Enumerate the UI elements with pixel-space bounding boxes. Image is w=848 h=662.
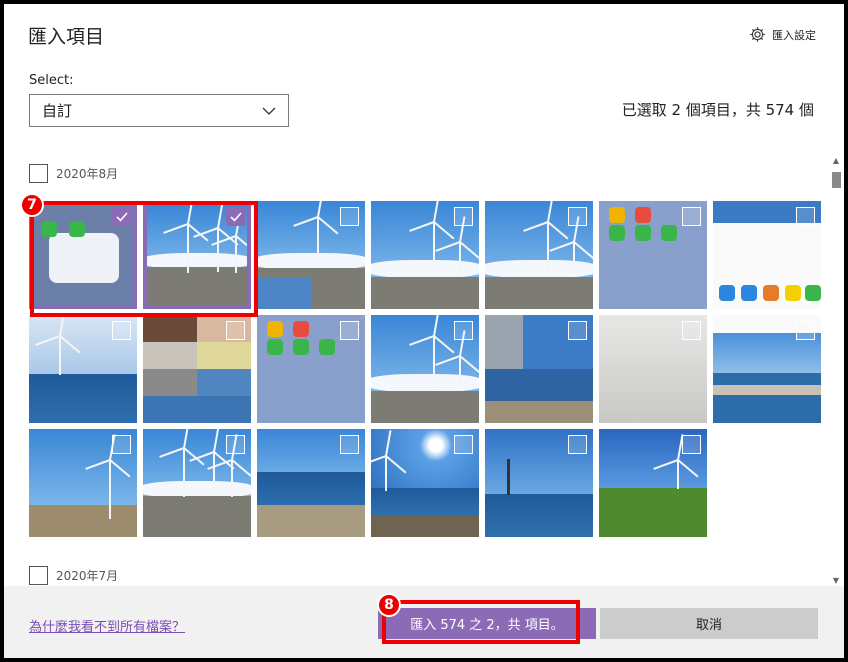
group-label: 2020年7月	[56, 569, 119, 583]
photo-tile[interactable]	[599, 429, 707, 537]
tile-checkbox[interactable]	[454, 435, 473, 454]
tile-checkbox[interactable]	[454, 321, 473, 340]
tile-checkbox[interactable]	[682, 207, 701, 226]
scroll-up-icon[interactable]: ▲	[831, 156, 841, 166]
tile-checkbox[interactable]	[568, 207, 587, 226]
tile-checkbox[interactable]	[796, 207, 815, 226]
photo-tile[interactable]	[485, 315, 593, 423]
selection-count: 已選取 2 個項目，共 574 個	[621, 101, 814, 119]
tile-checkbox[interactable]	[340, 321, 359, 340]
scroll-down-icon[interactable]: ▼	[831, 576, 841, 586]
photo-tile[interactable]	[371, 429, 479, 537]
scrollbar[interactable]: ▲ ▼	[830, 156, 842, 586]
group-header-jul: 2020年7月	[29, 566, 118, 585]
scroll-thumb[interactable]	[832, 172, 841, 188]
step-badge: 8	[377, 593, 401, 617]
photo-tile[interactable]	[371, 201, 479, 309]
import-settings-label: 匯入設定	[772, 28, 816, 42]
photo-tile[interactable]	[29, 315, 137, 423]
dialog-title: 匯入項目	[28, 26, 105, 48]
tile-checkbox[interactable]	[682, 321, 701, 340]
select-dropdown[interactable]: 自訂	[29, 94, 289, 127]
photo-tile[interactable]	[143, 315, 251, 423]
group-checkbox[interactable]	[29, 164, 48, 183]
tile-checkbox[interactable]	[112, 321, 131, 340]
group-header-aug: 2020年8月	[29, 164, 118, 183]
tile-checkbox[interactable]	[340, 435, 359, 454]
photo-tile[interactable]	[485, 201, 593, 309]
tile-checkbox[interactable]	[454, 207, 473, 226]
tile-checkbox[interactable]	[568, 435, 587, 454]
help-link[interactable]: 為什麼我看不到所有檔案？	[29, 616, 185, 635]
photo-tile[interactable]	[257, 201, 365, 309]
select-value: 自訂	[42, 102, 73, 120]
import-dialog: 匯入項目 匯入設定 Select: 自訂 已選取 2 個項目，共 574 個 2…	[4, 4, 844, 658]
tile-checkbox[interactable]	[226, 321, 245, 340]
photo-tile[interactable]	[143, 429, 251, 537]
photo-tile[interactable]	[485, 429, 593, 537]
step-badge: 7	[20, 193, 44, 217]
tile-checkbox[interactable]	[226, 435, 245, 454]
photo-tile[interactable]	[29, 429, 137, 537]
group-checkbox[interactable]	[29, 566, 48, 585]
tile-checkbox[interactable]	[112, 435, 131, 454]
photo-tile[interactable]	[599, 315, 707, 423]
tile-checkbox[interactable]	[340, 207, 359, 226]
tile-checkbox[interactable]	[568, 321, 587, 340]
chevron-down-icon	[262, 107, 276, 115]
highlight-box-selection	[30, 201, 258, 317]
tile-checkbox[interactable]	[682, 435, 701, 454]
tile-checkbox[interactable]	[796, 321, 815, 340]
photo-tile[interactable]	[713, 315, 821, 423]
photo-tile[interactable]	[371, 315, 479, 423]
photo-tile[interactable]	[257, 429, 365, 537]
photo-tile[interactable]	[257, 315, 365, 423]
import-settings-button[interactable]: 匯入設定	[749, 26, 816, 43]
select-label: Select:	[29, 73, 74, 88]
gear-icon	[750, 27, 765, 42]
photo-tile[interactable]	[599, 201, 707, 309]
cancel-button[interactable]: 取消	[600, 608, 818, 639]
photo-tile[interactable]	[713, 201, 821, 309]
group-label: 2020年8月	[56, 167, 119, 181]
highlight-box-import	[382, 600, 580, 644]
